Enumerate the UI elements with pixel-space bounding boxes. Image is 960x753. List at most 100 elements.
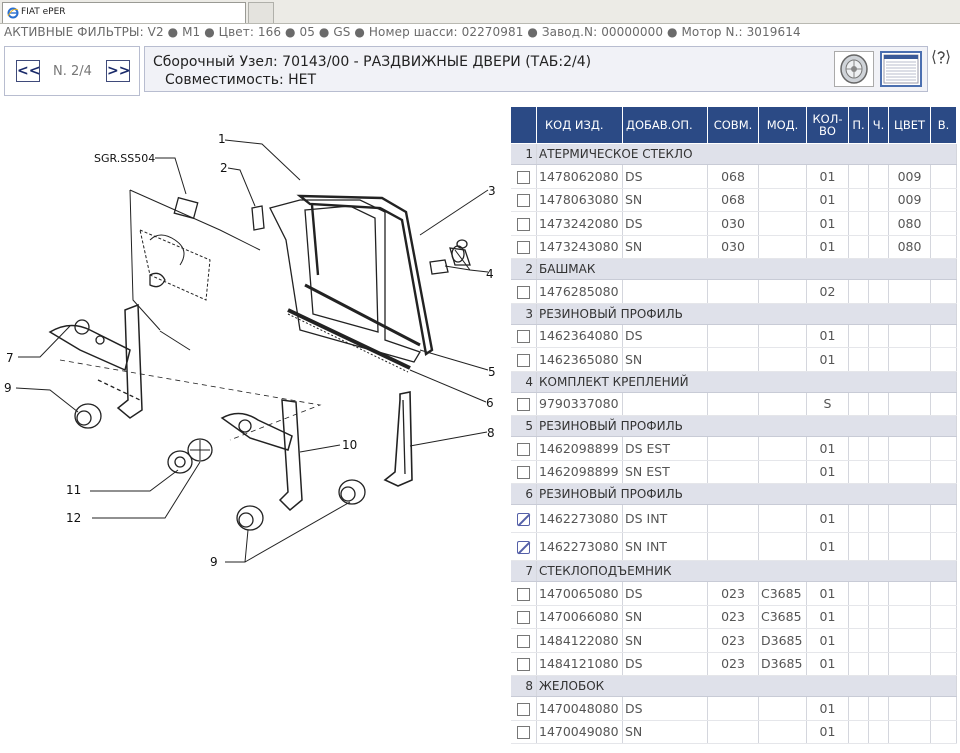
table-row[interactable]: 1470066080 SN 023 C3685 01 — [510, 605, 957, 629]
cell-mod: C3685 — [758, 581, 807, 606]
parts-table-container: КОД ИЗД. ДОБАВ.ОП. СОВМ. МОД. КОЛ- ВО П. … — [510, 106, 957, 744]
table-view-button[interactable] — [880, 51, 922, 87]
cell-code: 1462273080 — [536, 504, 623, 533]
header-qty[interactable]: КОЛ- ВО — [806, 106, 849, 144]
header-mod[interactable]: МОД. — [758, 106, 807, 144]
cell-code: 1470066080 — [536, 605, 623, 629]
cell-code: 1462098899 — [536, 436, 623, 461]
cell-compat — [707, 279, 759, 304]
page-navigator: << N. 2/4 >> — [4, 46, 140, 96]
cell-mod — [758, 696, 807, 721]
row-checkbox-cell — [510, 436, 537, 461]
selected-checkbox[interactable] — [516, 541, 530, 554]
cell-add: DS — [622, 324, 708, 348]
table-row[interactable]: 1473242080 DS 030 01 080 — [510, 211, 957, 236]
table-row[interactable]: 1473243080 SN 030 01 080 — [510, 235, 957, 259]
row-checkbox[interactable] — [516, 587, 530, 601]
table-row[interactable]: 1462364080 DS 01 — [510, 324, 957, 348]
cell-ch — [868, 164, 889, 189]
cell-ch — [868, 279, 889, 304]
row-checkbox[interactable] — [516, 330, 530, 344]
cell-v — [930, 605, 957, 629]
cell-p — [848, 392, 869, 416]
table-row[interactable]: 1462365080 SN 01 — [510, 347, 957, 372]
callout-9b: 9 — [210, 555, 218, 569]
table-row[interactable]: 1478062080 DS 068 01 009 — [510, 164, 957, 189]
row-checkbox[interactable] — [516, 285, 530, 299]
cell-color: 080 — [888, 235, 931, 259]
row-checkbox[interactable] — [516, 170, 530, 184]
header-code[interactable]: КОД ИЗД. — [536, 106, 623, 144]
row-checkbox[interactable] — [516, 726, 530, 740]
row-checkbox[interactable] — [516, 217, 530, 231]
cell-v — [930, 235, 957, 259]
cell-p — [848, 652, 869, 676]
row-checkbox[interactable] — [516, 398, 530, 412]
header-add[interactable]: ДОБАВ.ОП. — [622, 106, 708, 144]
group-name: РЕЗИНОВЫЙ ПРОФИЛЬ — [536, 303, 957, 325]
new-tab-button[interactable] — [248, 2, 274, 23]
row-checkbox[interactable] — [516, 611, 530, 625]
table-row[interactable]: 1470049080 SN 01 — [510, 720, 957, 744]
cell-add — [622, 392, 708, 416]
cell-ch — [868, 504, 889, 533]
header-compat[interactable]: СОВМ. — [707, 106, 759, 144]
cell-p — [848, 347, 869, 372]
cell-code: 1462365080 — [536, 347, 623, 372]
group-name: СТЕКЛОПОДЪЕМНИК — [536, 560, 957, 582]
row-checkbox[interactable] — [516, 442, 530, 456]
table-row[interactable]: 1478063080 SN 068 01 009 — [510, 188, 957, 212]
header-ch[interactable]: Ч. — [868, 106, 889, 144]
prev-page-button[interactable]: << — [16, 60, 40, 82]
cell-code: 1478063080 — [536, 188, 623, 212]
cell-v — [930, 532, 957, 561]
row-checkbox[interactable] — [516, 634, 530, 648]
help-button[interactable] — [931, 48, 951, 66]
cell-mod — [758, 164, 807, 189]
cell-qty: S — [806, 392, 849, 416]
cell-color — [888, 436, 931, 461]
group-row: 2 БАШМАК — [510, 258, 957, 280]
table-row[interactable]: 1470048080 DS 01 — [510, 696, 957, 721]
cell-ch — [868, 235, 889, 259]
cell-qty: 01 — [806, 696, 849, 721]
browser-tab[interactable]: FIAT ePER — [2, 2, 246, 23]
row-checkbox[interactable] — [516, 702, 530, 716]
selected-checkbox[interactable] — [516, 513, 530, 526]
next-page-button[interactable]: >> — [106, 60, 130, 82]
cell-p — [848, 324, 869, 348]
table-row[interactable]: 1462273080 DS INT 01 — [510, 504, 957, 533]
header-color[interactable]: ЦВЕТ — [888, 106, 931, 144]
row-checkbox[interactable] — [516, 353, 530, 367]
row-checkbox-cell — [510, 720, 537, 744]
cell-qty: 01 — [806, 581, 849, 606]
table-row[interactable]: 1484121080 DS 023 D3685 01 — [510, 652, 957, 676]
group-name: АТЕРМИЧЕСКОЕ СТЕКЛО — [536, 143, 957, 165]
cell-mod — [758, 460, 807, 484]
cell-code: 1476285080 — [536, 279, 623, 304]
assembly-compatibility: Совместимость: НЕТ — [165, 72, 317, 88]
row-checkbox[interactable] — [516, 241, 530, 255]
cell-add: SN EST — [622, 460, 708, 484]
cell-color: 009 — [888, 188, 931, 212]
row-checkbox[interactable] — [516, 194, 530, 208]
cell-add: DS — [622, 164, 708, 189]
table-row[interactable]: 1462273080 SN INT 01 — [510, 532, 957, 561]
table-row[interactable]: 1484122080 SN 023 D3685 01 — [510, 628, 957, 653]
row-checkbox[interactable] — [516, 658, 530, 672]
table-row[interactable]: 1462098899 SN EST 01 — [510, 460, 957, 484]
table-row[interactable]: 1470065080 DS 023 C3685 01 — [510, 581, 957, 606]
row-checkbox[interactable] — [516, 466, 530, 480]
table-row[interactable]: 1476285080 02 — [510, 279, 957, 304]
cell-p — [848, 436, 869, 461]
header-p[interactable]: П. — [848, 106, 869, 144]
header-v[interactable]: В. — [930, 106, 957, 144]
wheel-view-button[interactable] — [834, 51, 874, 87]
cell-v — [930, 460, 957, 484]
cell-add: SN INT — [622, 532, 708, 561]
table-row[interactable]: 1462098899 DS EST 01 — [510, 436, 957, 461]
cell-color — [888, 605, 931, 629]
table-row[interactable]: 9790337080 S — [510, 392, 957, 416]
cell-mod — [758, 347, 807, 372]
assembly-header: Сборочный Узел: 70143/00 - РАЗДВИЖНЫЕ ДВ… — [144, 46, 928, 92]
